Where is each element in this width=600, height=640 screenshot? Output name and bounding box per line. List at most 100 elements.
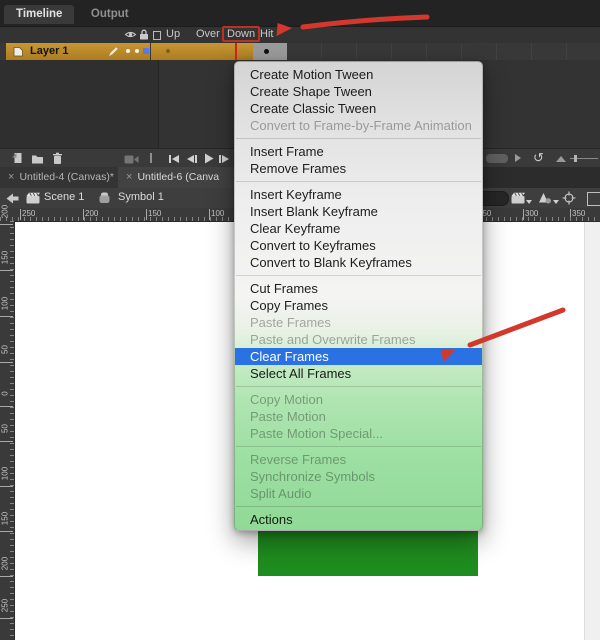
tab-timeline[interactable]: Timeline xyxy=(4,5,74,24)
clip-box-icon[interactable] xyxy=(587,192,600,206)
close-icon[interactable]: × xyxy=(8,171,14,183)
keyframe-dot xyxy=(166,49,170,53)
menu-item-insert-frame[interactable]: Insert Frame xyxy=(235,143,482,160)
menu-item-convert-to-keyframes[interactable]: Convert to Keyframes xyxy=(235,237,482,254)
frame-label-over[interactable]: Over xyxy=(196,28,220,40)
menu-item-convert-to-frame-by-frame-animation: Convert to Frame-by-Frame Animation xyxy=(235,117,482,134)
symbol-breadcrumb[interactable]: Symbol 1 xyxy=(118,191,164,203)
timeline-scrollbar-thumb[interactable] xyxy=(486,154,508,163)
edit-symbols-icon[interactable] xyxy=(538,192,552,204)
scroll-right-icon[interactable] xyxy=(515,154,521,162)
divider-icon xyxy=(150,153,152,163)
v-ruler-label: 50 xyxy=(1,335,10,365)
menu-separator xyxy=(236,506,481,507)
pencil-icon xyxy=(108,46,119,57)
symbol-icon xyxy=(98,192,111,204)
v-ruler-label: 50 xyxy=(1,414,10,444)
menu-separator xyxy=(236,446,481,447)
keyframe-dot-hit xyxy=(264,49,269,54)
eye-icon[interactable] xyxy=(124,30,137,39)
chevron-down-icon[interactable] xyxy=(553,200,559,204)
layer-name-label[interactable]: Layer 1 xyxy=(30,45,69,57)
panel-options-icon[interactable] xyxy=(556,156,566,162)
menu-separator xyxy=(236,386,481,387)
h-ruler-label: 100 xyxy=(209,209,224,220)
frames-context-menu: Create Motion TweenCreate Shape TweenCre… xyxy=(234,61,483,531)
menu-item-create-motion-tween[interactable]: Create Motion Tween xyxy=(235,66,482,83)
outline-box-icon[interactable] xyxy=(153,31,161,40)
menu-item-create-shape-tween[interactable]: Create Shape Tween xyxy=(235,83,482,100)
menu-separator xyxy=(236,275,481,276)
green-rectangle-shape[interactable] xyxy=(258,531,478,576)
go-first-icon[interactable] xyxy=(168,154,181,164)
doc-tab-label: Untitled-4 (Canvas)* xyxy=(19,171,114,183)
loop-playback-icon[interactable]: ↺ xyxy=(533,150,544,166)
v-ruler-label: 150 xyxy=(1,243,10,273)
h-ruler-label: 350 xyxy=(570,209,585,220)
menu-item-remove-frames[interactable]: Remove Frames xyxy=(235,160,482,177)
panel-tab-strip: Timeline Output xyxy=(0,0,600,27)
pasteboard xyxy=(584,222,600,640)
frame-label-up[interactable]: Up xyxy=(166,28,180,40)
scene-breadcrumb[interactable]: Scene 1 xyxy=(44,191,84,203)
center-frame-icon[interactable] xyxy=(562,191,576,205)
v-ruler-label: 250 xyxy=(1,591,10,621)
menu-item-clear-keyframe[interactable]: Clear Keyframe xyxy=(235,220,482,237)
v-ruler-label: 200 xyxy=(1,197,10,227)
trash-icon[interactable] xyxy=(52,152,63,165)
tab-output[interactable]: Output xyxy=(79,5,141,24)
camera-icon[interactable] xyxy=(124,155,139,164)
menu-item-clear-frames[interactable]: Clear Frames xyxy=(235,348,482,365)
menu-item-insert-keyframe[interactable]: Insert Keyframe xyxy=(235,186,482,203)
clapperboard-icon xyxy=(26,192,40,204)
new-layer-icon[interactable] xyxy=(11,152,24,164)
menu-item-copy-frames[interactable]: Copy Frames xyxy=(235,297,482,314)
v-ruler-label: 200 xyxy=(1,549,10,579)
menu-item-actions[interactable]: Actions xyxy=(235,511,482,528)
playhead[interactable] xyxy=(235,43,237,60)
folder-icon[interactable] xyxy=(31,154,44,164)
step-back-icon[interactable] xyxy=(185,154,198,164)
layer-row[interactable]: Layer 1 xyxy=(0,43,600,60)
frame-grid xyxy=(287,43,600,60)
menu-item-create-classic-tween[interactable]: Create Classic Tween xyxy=(235,100,482,117)
flash-timeline-window: Timeline Output Up Over Down Hit Layer 1 xyxy=(0,0,600,640)
menu-item-insert-blank-keyframe[interactable]: Insert Blank Keyframe xyxy=(235,203,482,220)
h-ruler-label: 200 xyxy=(83,209,98,220)
v-ruler-label: 100 xyxy=(1,459,10,489)
vertical-ruler: 20015010050050100150200250 xyxy=(0,221,15,640)
doc-tab-untitled-4[interactable]: × Untitled-4 (Canvas)* xyxy=(0,167,126,188)
step-forward-icon[interactable] xyxy=(218,154,231,164)
layer-visible-dot[interactable] xyxy=(126,49,130,53)
menu-item-select-all-frames[interactable]: Select All Frames xyxy=(235,365,482,382)
menu-item-reverse-frames: Reverse Frames xyxy=(235,451,482,468)
menu-item-split-audio: Split Audio xyxy=(235,485,482,502)
lock-icon[interactable] xyxy=(139,29,149,40)
timeline-zoom-handle[interactable] xyxy=(574,155,577,162)
layers-panel-empty xyxy=(0,60,159,148)
layer-lock-dot[interactable] xyxy=(135,49,139,53)
h-ruler-label: 300 xyxy=(523,209,538,220)
menu-item-cut-frames[interactable]: Cut Frames xyxy=(235,280,482,297)
menu-separator xyxy=(236,138,481,139)
frame-label-down[interactable]: Down xyxy=(222,26,260,42)
layer-outline-color-swatch[interactable] xyxy=(143,48,149,54)
menu-item-paste-frames: Paste Frames xyxy=(235,314,482,331)
v-ruler-label: 100 xyxy=(1,289,10,319)
menu-item-synchronize-symbols: Synchronize Symbols xyxy=(235,468,482,485)
menu-item-paste-motion-special: Paste Motion Special... xyxy=(235,425,482,442)
doc-tab-label: Untitled-6 (Canva xyxy=(137,171,219,183)
edit-scene-icon[interactable] xyxy=(511,192,525,204)
close-icon[interactable]: × xyxy=(126,171,132,183)
chevron-down-icon[interactable] xyxy=(526,200,532,204)
menu-separator xyxy=(236,181,481,182)
v-ruler-label: 150 xyxy=(1,504,10,534)
h-ruler-label: 250 xyxy=(20,209,35,220)
menu-item-paste-and-overwrite-frames: Paste and Overwrite Frames xyxy=(235,331,482,348)
menu-item-convert-to-blank-keyframes[interactable]: Convert to Blank Keyframes xyxy=(235,254,482,271)
hit-frame-cell[interactable] xyxy=(253,43,287,60)
play-icon[interactable] xyxy=(202,153,215,164)
timeline-header-row: Up Over Down Hit xyxy=(0,27,600,43)
menu-item-paste-motion: Paste Motion xyxy=(235,408,482,425)
frame-label-hit[interactable]: Hit xyxy=(260,28,273,40)
